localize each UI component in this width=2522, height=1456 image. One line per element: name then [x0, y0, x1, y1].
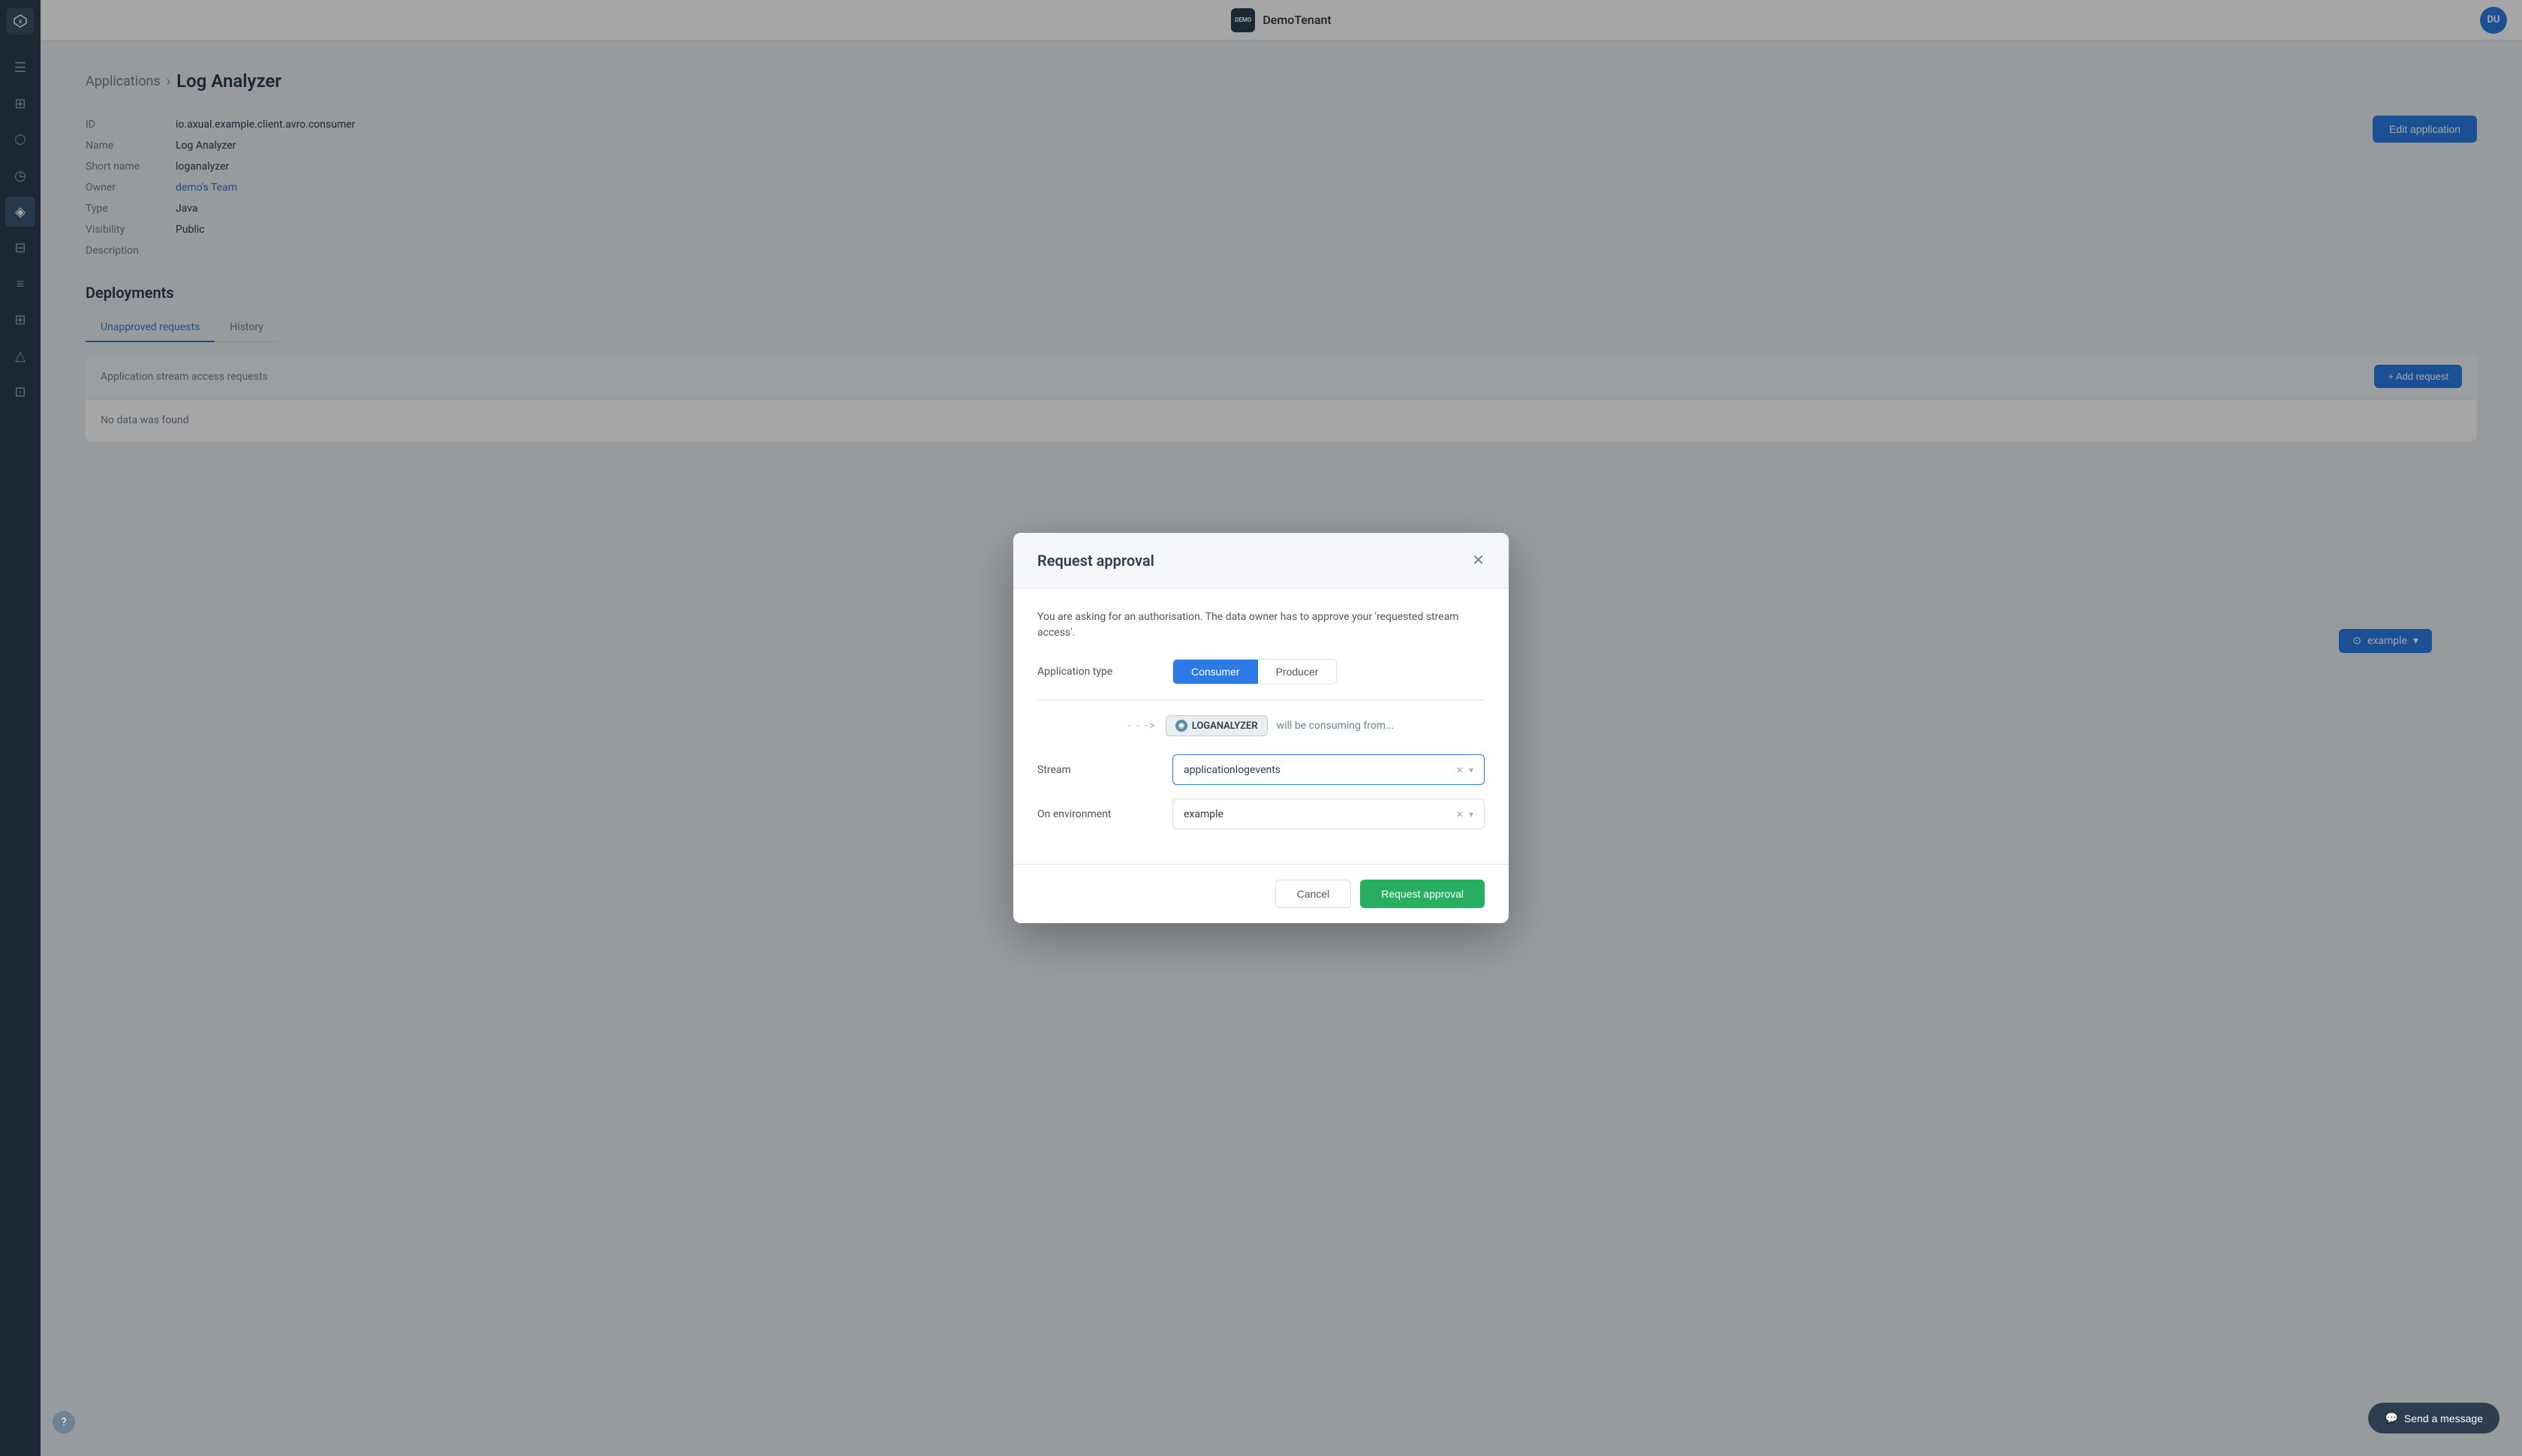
- app-type-label: Application type: [1037, 666, 1172, 678]
- environment-select-controls: × ▾: [1456, 807, 1473, 821]
- help-button[interactable]: ?: [53, 1411, 75, 1433]
- modal-divider: [1037, 699, 1485, 700]
- stream-chevron-icon[interactable]: ▾: [1469, 765, 1473, 775]
- stream-select-controls: × ▾: [1456, 763, 1473, 777]
- modal-overlay: Request approval ✕ You are asking for an…: [0, 0, 2522, 1456]
- environment-select-value: example: [1184, 808, 1456, 820]
- flow-app-badge: LOGANALYZER: [1166, 715, 1268, 736]
- flow-app-name: LOGANALYZER: [1192, 720, 1258, 732]
- flow-app-icon: [1175, 720, 1187, 732]
- stream-clear-icon[interactable]: ×: [1456, 763, 1463, 777]
- modal-footer: Cancel Request approval: [1013, 864, 1509, 923]
- send-message-button[interactable]: 💬 Send a message: [2368, 1403, 2499, 1433]
- flow-indicator: - - -> LOGANALYZER will be consuming fro…: [1037, 715, 1485, 736]
- chat-icon: 💬: [2385, 1412, 2397, 1424]
- flow-dots: - - ->: [1128, 720, 1157, 732]
- app-type-toggle: Consumer Producer: [1172, 659, 1337, 684]
- chat-label: Send a message: [2404, 1412, 2483, 1424]
- stream-label: Stream: [1037, 764, 1172, 776]
- environment-select[interactable]: example × ▾: [1172, 799, 1485, 829]
- flow-text: will be consuming from...: [1277, 720, 1395, 732]
- stream-select-value: applicationlogevents: [1184, 764, 1456, 776]
- request-approval-button[interactable]: Request approval: [1360, 880, 1485, 908]
- modal-body: You are asking for an authorisation. The…: [1013, 588, 1509, 864]
- modal-title: Request approval: [1037, 552, 1154, 570]
- modal-info-text: You are asking for an authorisation. The…: [1037, 609, 1485, 641]
- environment-label: On environment: [1037, 808, 1172, 820]
- modal-header: Request approval ✕: [1013, 533, 1509, 588]
- producer-toggle[interactable]: Producer: [1258, 660, 1337, 684]
- environment-chevron-icon[interactable]: ▾: [1469, 809, 1473, 820]
- stream-select[interactable]: applicationlogevents × ▾: [1172, 754, 1485, 785]
- cancel-button[interactable]: Cancel: [1275, 880, 1352, 908]
- environment-clear-icon[interactable]: ×: [1456, 807, 1463, 821]
- modal-close-button[interactable]: ✕: [1472, 551, 1485, 570]
- application-type-row: Application type Consumer Producer: [1037, 659, 1485, 684]
- request-approval-modal: Request approval ✕ You are asking for an…: [1013, 533, 1509, 923]
- environment-field-row: On environment example × ▾: [1037, 799, 1485, 829]
- stream-field-row: Stream applicationlogevents × ▾: [1037, 754, 1485, 785]
- consumer-toggle[interactable]: Consumer: [1173, 660, 1258, 684]
